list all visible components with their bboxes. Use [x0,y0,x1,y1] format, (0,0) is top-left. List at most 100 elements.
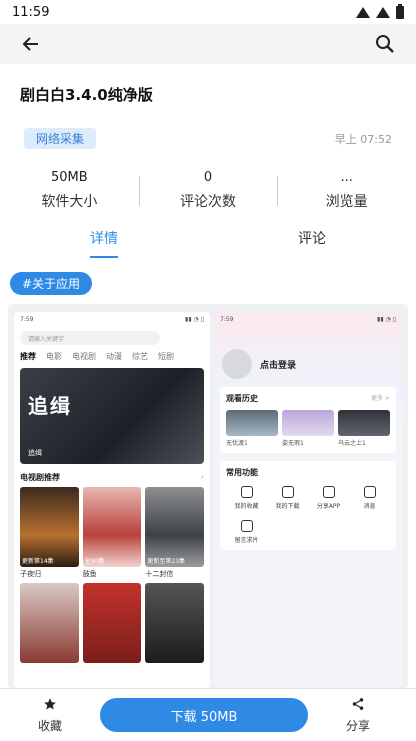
mini-poster: 更新第14集 [20,487,79,567]
back-arrow-icon[interactable] [18,31,44,57]
mini-poster [145,583,204,663]
mini-time: 7:59 [20,316,34,323]
wifi-icon [356,6,370,18]
tab-details[interactable]: 详情 [0,228,208,260]
stat-views-value: ... [340,170,353,185]
favorite-label: 收藏 [37,719,62,733]
mini-history-caption: 乌云之上1 [338,440,366,447]
stat-views: ... 浏览量 [277,170,416,214]
share-button[interactable]: 分享 [308,696,408,734]
mini-poster: 更新至第23集 [145,487,204,567]
mini-nav-item: 综艺 [132,352,148,361]
user-icon [322,486,335,498]
mini-history-item: 乌云之上1 [338,410,390,447]
mini-poster [82,583,142,663]
mini-functions-card: 常用功能 我的收藏 我的下载 分享APP 消息 留言求片 [220,461,396,550]
app-title: 剧白白3.4.0纯净版 [20,86,153,104]
mini-nav-item: 电影 [46,352,62,361]
mini-poster-caption: 十二封信 [145,570,174,578]
mini-history-more: 更多 > [371,395,390,402]
about-app-pill: #关于应用 [10,272,93,295]
mini-login-row: 点击登录 [214,327,402,379]
mini-func-item: 我的下载 [267,486,308,510]
mini-poster-grid: 更新第14集 子夜归 全30集 鼓鱼 更新至第23集 十二封信 [14,487,210,663]
mini-banner: 追缉 追缉 [20,368,204,464]
mini-poster-badge: 全30集 [84,558,105,565]
top-bar [0,24,416,64]
category-tag[interactable]: 网络采集 [24,128,97,149]
mini-search-input: 请输入关键字 [20,331,160,345]
search-icon[interactable] [372,31,398,57]
mini-section-header: 电视剧推荐 › [20,472,204,482]
mini-nav-item: 动漫 [106,352,122,361]
mini-poster-item: 全30集 鼓鱼 [82,487,142,579]
mini-poster-item: 更新第14集 子夜归 [20,487,79,579]
stat-size: 50MB 软件大小 [0,170,139,214]
tab-comments[interactable]: 评论 [208,228,416,260]
message-icon [240,520,253,532]
mini-history-list: 无忧渡1 姿无瑕1 乌云之上1 [226,410,390,447]
mini-poster-caption: 子夜归 [20,570,41,578]
mini-history-title: 观看历史 [226,394,258,403]
mini-func-label: 分享APP [316,503,341,510]
mini-history-item: 无忧渡1 [226,410,278,447]
mini-poster [20,583,79,663]
mini-poster: 全30集 [82,487,142,567]
mini-functions-grid: 我的收藏 我的下载 分享APP 消息 留言求片 [226,486,390,544]
star-icon [240,486,253,498]
bell-icon [363,486,376,498]
mini-avatar [222,349,252,379]
mini-history-item: 姿无瑕1 [282,410,334,447]
mini-func-label: 我的收藏 [234,503,259,510]
mini-poster-badge: 更新至第23集 [147,558,185,565]
stat-comments-label: 评论次数 [180,194,236,210]
mini-func-item: 分享APP [308,486,349,510]
mini-functions-title: 常用功能 [226,468,258,477]
status-icons [356,3,404,19]
mini-func-label: 留言求片 [234,537,259,544]
mini-func-label: 我的下载 [275,503,300,510]
bottom-action-bar: 收藏 下载 50MB 分享 [0,688,416,741]
update-time: 早上 07:52 [334,133,392,146]
mini-history-caption: 无忧渡1 [226,440,248,447]
download-button[interactable]: 下载 50MB [100,698,308,732]
stat-comments-value: 0 [203,170,213,185]
tab-bar: 详情 评论 [0,228,416,260]
stat-comments: 0 评论次数 [138,170,278,214]
download-icon [281,486,294,498]
mini-func-item: 我的收藏 [226,486,267,510]
screenshot-home: 7:59 ▮▮ ◔ ▯ 请输入关键字 推荐 电影 电视剧 动漫 综艺 短剧 追缉 … [14,312,210,688]
stat-size-value: 50MB [50,170,88,185]
star-icon [44,698,56,710]
mini-banner-title: 追缉 [28,394,72,418]
mini-status-bar: 7:59 ▮▮ ◔ ▯ [220,316,396,323]
share-label: 分享 [345,719,370,733]
status-bar: 11:59 [0,0,416,24]
mini-func-item: 留言求片 [226,520,267,544]
status-time: 11:59 [12,4,50,20]
battery-icon [396,3,404,19]
app-screenshot-preview[interactable]: 7:59 ▮▮ ◔ ▯ 请输入关键字 推荐 电影 电视剧 动漫 综艺 短剧 追缉 … [8,304,408,688]
mini-nav: 推荐 电影 电视剧 动漫 综艺 短剧 [14,349,210,364]
mini-nav-item: 短剧 [158,352,174,361]
signal-icon [376,6,390,18]
mini-time: 7:59 [220,316,234,323]
mini-func-label: 消息 [363,503,376,510]
mini-history-card: 观看历史 更多 > 无忧渡1 姿无瑕1 乌云之上1 [220,387,396,453]
stats-row: 50MB 软件大小 0 评论次数 ... 浏览量 [0,170,416,214]
mini-banner-caption: 追缉 [28,449,42,457]
mini-func-item: 消息 [349,486,390,510]
favorite-button[interactable]: 收藏 [0,696,100,734]
mini-poster-item: 更新至第23集 十二封信 [145,487,204,579]
screenshot-profile: 7:59 ▮▮ ◔ ▯ 点击登录 观看历史 更多 > 无忧渡1 姿无瑕1 乌云之上1… [214,312,402,688]
mini-nav-item: 推荐 [20,352,36,361]
stat-views-label: 浏览量 [325,194,368,210]
mini-section-title: 电视剧推荐 [20,473,60,482]
mini-status-bar: 7:59 ▮▮ ◔ ▯ [20,316,204,323]
mini-nav-item: 电视剧 [72,352,96,361]
mini-login-text: 点击登录 [260,360,297,371]
mini-poster-badge: 更新第14集 [22,558,54,565]
share-icon [352,698,364,710]
mini-history-caption: 姿无瑕1 [282,440,304,447]
stat-size-label: 软件大小 [41,194,98,210]
